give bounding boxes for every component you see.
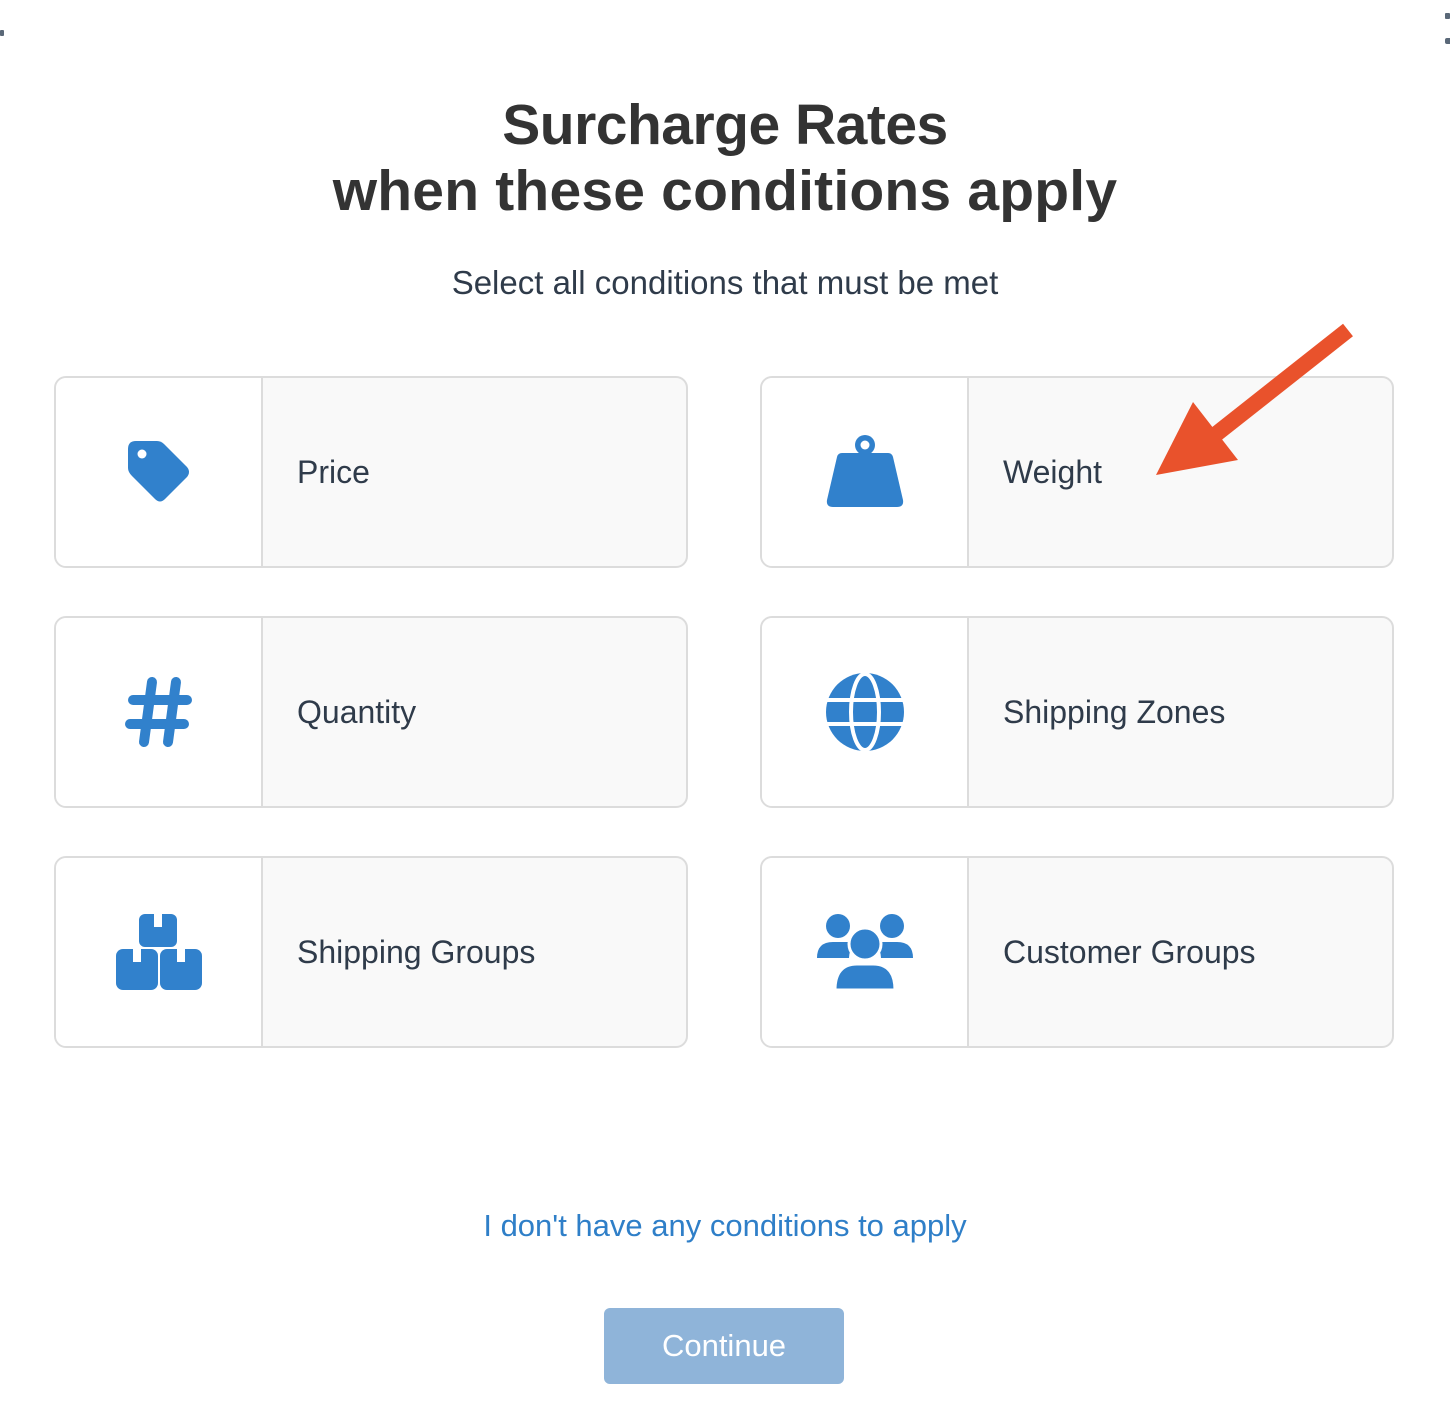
card-icon-cell: [762, 378, 969, 566]
card-label: Weight: [1003, 453, 1103, 490]
card-icon-cell: [762, 618, 969, 806]
globe-icon: [825, 672, 905, 752]
price-tag-icon: [124, 437, 194, 507]
card-icon-cell: [56, 618, 263, 806]
condition-card-shipping-groups[interactable]: Shipping Groups: [54, 856, 688, 1048]
condition-card-weight[interactable]: Weight: [760, 376, 1394, 568]
hashtag-icon: [123, 676, 195, 748]
condition-card-quantity[interactable]: Quantity: [54, 616, 688, 808]
window-edge-mark: [0, 30, 4, 36]
instruction-text: Select all conditions that must be met: [451, 264, 999, 301]
close-icon-part[interactable]: [1445, 38, 1450, 44]
page-subtitle: when these conditions apply: [332, 159, 1118, 223]
condition-card-price[interactable]: Price: [54, 376, 688, 568]
continue-button[interactable]: Continue: [604, 1308, 844, 1384]
card-label: Shipping Groups: [297, 933, 536, 970]
boxes-icon: [115, 912, 203, 992]
card-label: Customer Groups: [1003, 933, 1256, 970]
condition-card-shipping-zones[interactable]: Shipping Zones: [760, 616, 1394, 808]
condition-card-customer-groups[interactable]: Customer Groups: [760, 856, 1394, 1048]
card-label: Shipping Zones: [1003, 693, 1226, 730]
users-icon: [815, 912, 915, 992]
no-conditions-link[interactable]: I don't have any conditions to apply: [0, 1208, 1450, 1244]
weight-icon: [825, 432, 905, 512]
page-title: Surcharge Rates: [502, 93, 948, 157]
card-icon-cell: [762, 858, 969, 1046]
card-label: Price: [297, 453, 370, 490]
close-icon[interactable]: [1445, 13, 1450, 19]
card-icon-cell: [56, 378, 263, 566]
card-label: Quantity: [297, 693, 417, 730]
card-icon-cell: [56, 858, 263, 1046]
